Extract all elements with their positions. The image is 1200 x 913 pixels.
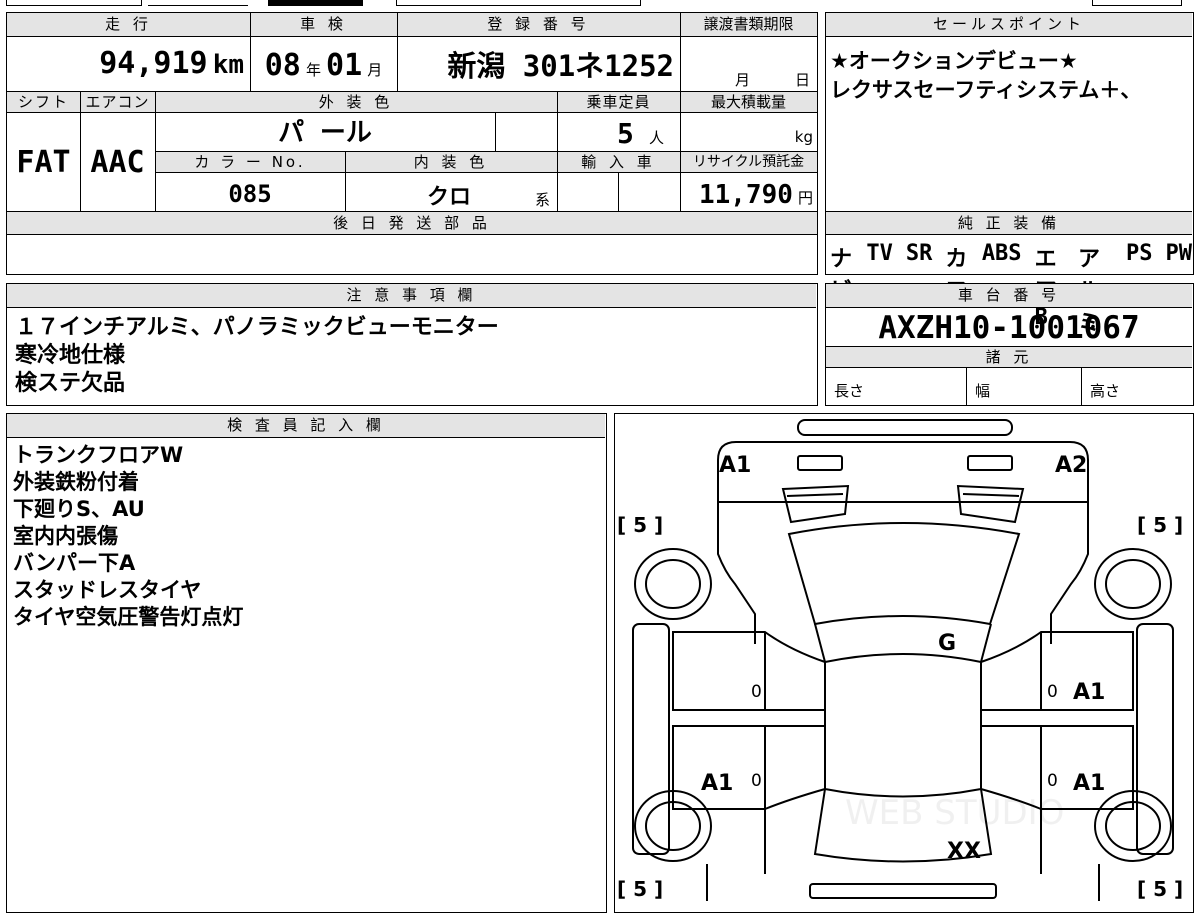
interior-color-cell: クロ 系 <box>345 173 557 211</box>
inspection-year-unit: 年 <box>305 61 321 79</box>
aircon-header: エアコン <box>80 91 155 113</box>
inspector-line: タイヤ空気圧警告灯点灯 <box>13 605 244 629</box>
capacity-cell: 5 人 <box>557 113 680 151</box>
inspection-month: 01 <box>326 48 363 83</box>
damage-mark-rear-door-left: A1 <box>701 771 733 796</box>
notes-panel: 注 意 事 項 欄 １７インチアルミ、パノラミックビューモニター 寒冷地仕様 検… <box>6 283 818 406</box>
damage-mark-front-right: A2 <box>1055 453 1087 478</box>
registration-header: 登 録 番 号 <box>397 13 680 37</box>
recycle-unit: 円 <box>797 189 813 207</box>
inspector-line: バンパー下A <box>13 551 136 575</box>
door-marker: 0 <box>751 682 762 702</box>
transfer-deadline-cell: 月 日 <box>680 37 817 91</box>
color-no-value: 085 <box>228 180 272 208</box>
inspector-line: 室内内張傷 <box>13 524 118 548</box>
shift-value: FAT <box>16 145 71 180</box>
mileage-value: 94,919 <box>99 46 208 81</box>
recycle-value: 11,790 <box>698 180 793 210</box>
spec-header: 諸 元 <box>826 346 1192 368</box>
genuine-equipment-header: 純 正 装 備 <box>826 211 1192 235</box>
tread-rear-right: [ 5 ] <box>1137 877 1183 901</box>
spec-length: 長さ <box>826 368 966 405</box>
capacity-value: 5 <box>617 117 634 150</box>
color-no-cell: 085 <box>155 173 345 211</box>
damage-mark-front-left: A1 <box>719 453 751 478</box>
sales-point-line: ★オークションデビュー★ <box>830 49 1078 73</box>
tread-front-left: [ 5 ] <box>617 513 663 537</box>
inspector-header: 検 査 員 記 入 欄 <box>7 414 605 438</box>
exterior-color-cell: パ ール <box>155 113 495 151</box>
max-load-header: 最大積載量 <box>680 91 817 113</box>
tread-front-right: [ 5 ] <box>1137 513 1183 537</box>
registration-number: 新潟 301ネ1252 <box>447 49 674 83</box>
car-diagram-panel: A1 A2 G A1 A1 A1 XX 0 0 0 0 [ 5 ] [ 5 ] … <box>614 413 1194 913</box>
damage-mark-hood: G <box>938 631 956 656</box>
import-header: 輸 入 車 <box>557 151 680 173</box>
inspector-line: 下廻りS、AU <box>13 497 145 521</box>
capacity-unit: 人 <box>648 129 664 147</box>
spec-height: 高さ <box>1081 368 1192 405</box>
inspector-line: 外装鉄粉付着 <box>13 470 139 494</box>
damage-mark-rear-door-right: A1 <box>1073 771 1105 796</box>
sales-points-panel: セールスポイント ★オークションデビュー★ レクサスセーフティシステム＋、 純 … <box>825 12 1194 336</box>
recycle-cell: 11,790 円 <box>680 173 817 211</box>
chassis-number: AXZH10-1001067 <box>878 310 1140 346</box>
inspector-panel: 検 査 員 記 入 欄 トランクフロアW 外装鉄粉付着 下廻りS、AU 室内内張… <box>6 413 607 913</box>
sales-point-line: レクサスセーフティシステム＋、 <box>830 78 1142 102</box>
chassis-panel: 車 台 番 号 AXZH10-1001067 諸 元 長さ 幅 高さ <box>825 283 1194 406</box>
deadline-day-unit: 日 <box>795 71 811 89</box>
note-line: １７インチアルミ、パノラミックビューモニター <box>15 315 499 340</box>
door-marker: 0 <box>751 771 762 791</box>
door-marker: 0 <box>1047 771 1058 791</box>
sales-points-header: セールスポイント <box>826 13 1192 37</box>
spec-width: 幅 <box>966 368 1081 405</box>
spec-length-label: 長さ <box>834 382 865 400</box>
sales-points-list: ★オークションデビュー★ レクサスセーフティシステム＋、 <box>830 47 1190 105</box>
interior-color-suffix: 系 <box>535 191 551 209</box>
notes-list: １７インチアルミ、パノラミックビューモニター 寒冷地仕様 検ステ欠品 <box>15 314 805 398</box>
car-diagram: A1 A2 G A1 A1 A1 XX 0 0 0 0 [ 5 ] [ 5 ] … <box>617 419 1183 901</box>
inspection-cell: 08 年 01 月 <box>250 37 397 91</box>
inspection-month-unit: 月 <box>367 61 383 79</box>
recycle-fee-header: リサイクル預託金 <box>680 151 817 173</box>
interior-color-value: クロ <box>427 185 472 210</box>
mileage-unit: km <box>212 50 244 80</box>
color-no-header: カ ラ ー No. <box>155 151 345 173</box>
chassis-header: 車 台 番 号 <box>826 284 1192 308</box>
spec-height-label: 高さ <box>1090 382 1121 400</box>
inspector-line: トランクフロアW <box>13 443 184 467</box>
spec-width-label: 幅 <box>975 382 991 400</box>
inspector-list: トランクフロアW 外装鉄粉付着 下廻りS、AU 室内内張傷 バンパー下A スタッ… <box>13 442 593 631</box>
inspection-header: 車 検 <box>250 13 397 37</box>
damage-mark-front-door-right: A1 <box>1073 680 1105 705</box>
exterior-color-header: 外 装 色 <box>155 91 557 113</box>
tread-rear-left: [ 5 ] <box>617 877 663 901</box>
note-line: 検ステ欠品 <box>15 371 126 396</box>
watermark: WEB STUDIO <box>845 793 1064 833</box>
aircon-cell: AAC <box>80 113 155 211</box>
later-parts-cell <box>7 235 817 273</box>
aircon-value: AAC <box>90 145 145 180</box>
notes-header: 注 意 事 項 欄 <box>7 284 816 308</box>
deadline-month-unit: 月 <box>735 71 751 89</box>
mileage-header: 走 行 <box>7 13 250 37</box>
later-parts-header: 後 日 発 送 部 品 <box>7 211 817 235</box>
shift-cell: FAT <box>7 113 80 211</box>
damage-mark-trunk: XX <box>947 839 981 864</box>
top-strip <box>0 0 1200 6</box>
note-line: 寒冷地仕様 <box>15 343 126 368</box>
inspector-line: スタッドレスタイヤ <box>13 578 202 602</box>
max-load-unit: kg <box>794 128 813 146</box>
registration-cell: 新潟 301ネ1252 <box>397 37 680 91</box>
interior-color-header: 内 装 色 <box>345 151 557 173</box>
exterior-color-value: パ ール <box>278 118 372 148</box>
transfer-deadline-header: 譲渡書類期限 <box>680 13 817 37</box>
inspection-year: 08 <box>264 48 301 83</box>
max-load-cell: kg <box>680 113 817 151</box>
door-marker: 0 <box>1047 682 1058 702</box>
vehicle-info-table: 走 行 車 検 登 録 番 号 譲渡書類期限 94,919 km 08 年 01… <box>6 12 818 275</box>
capacity-header: 乗車定員 <box>557 91 680 113</box>
shift-header: シフト <box>7 91 80 113</box>
mileage-cell: 94,919 km <box>7 37 250 91</box>
